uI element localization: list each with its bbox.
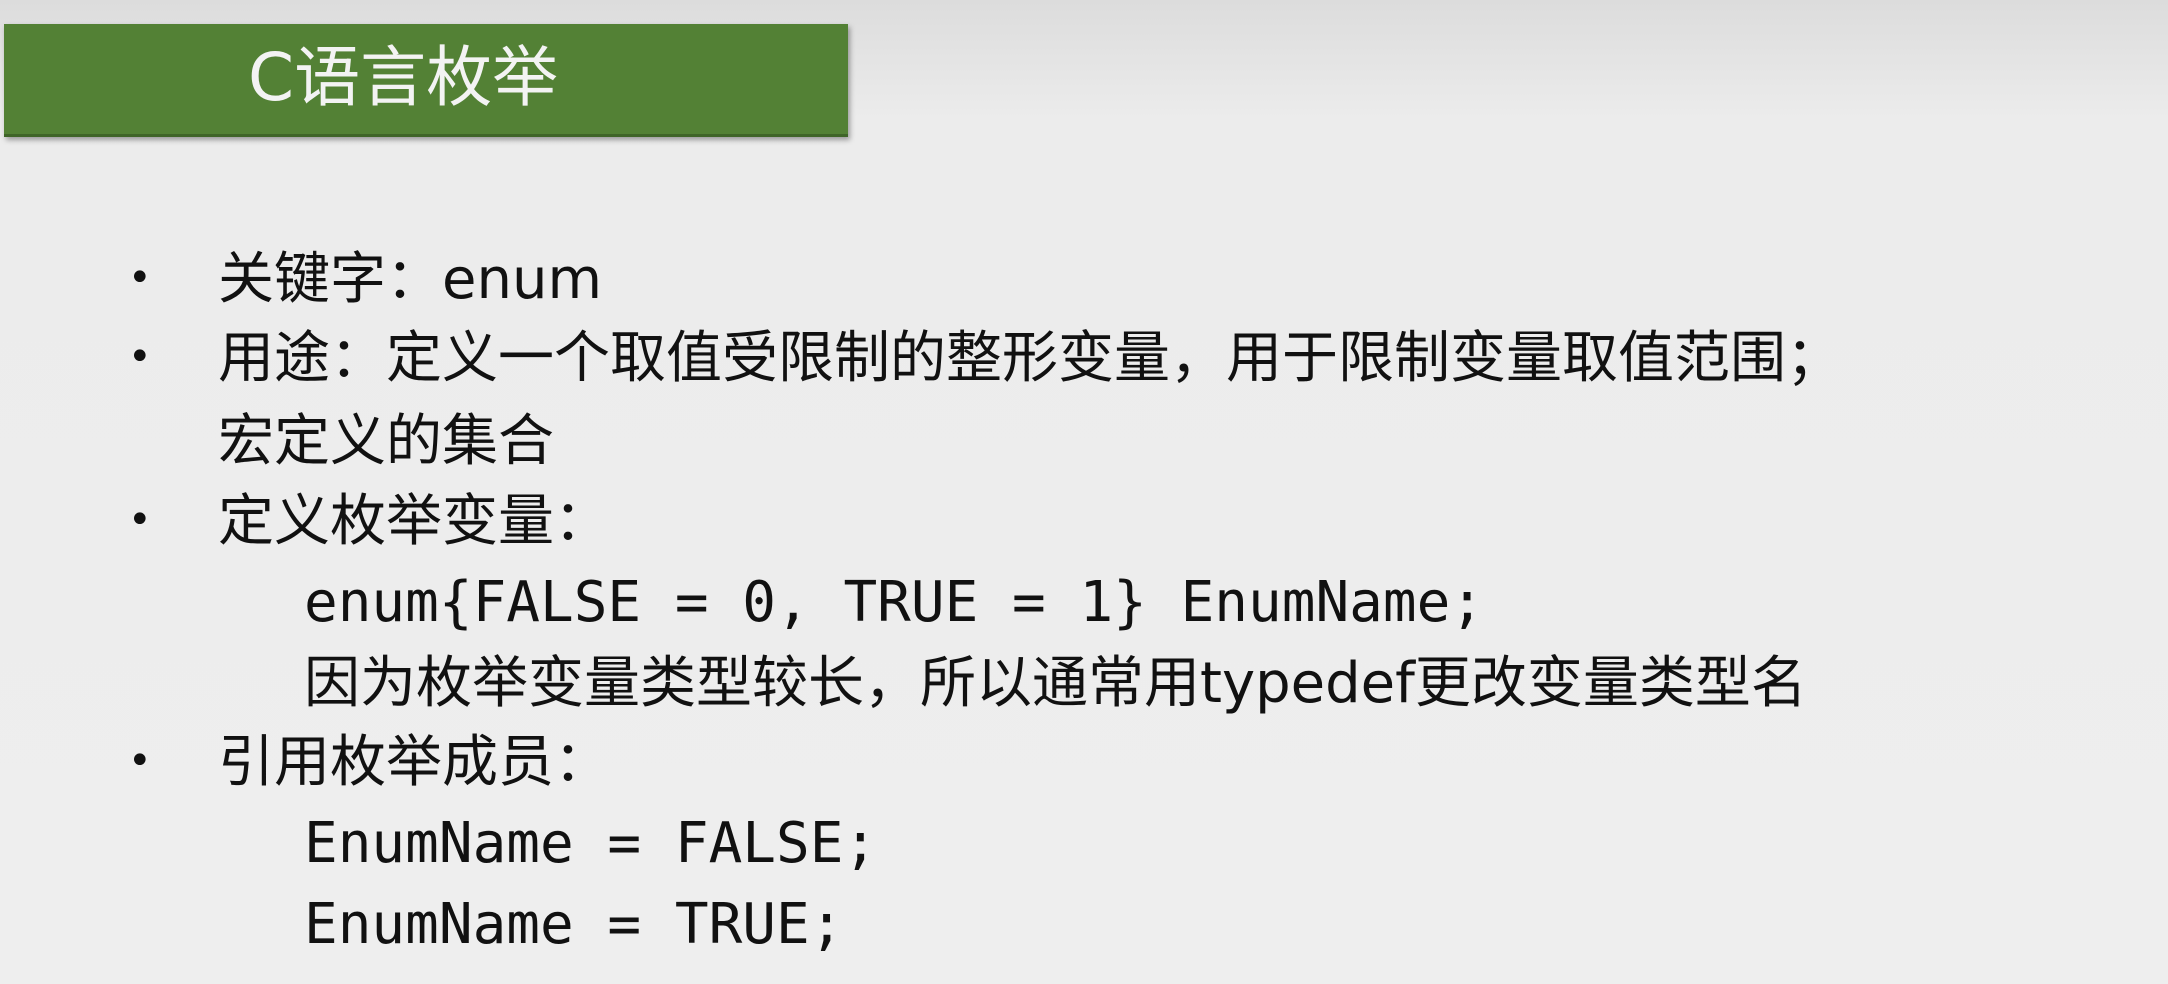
bullet-item-define-enum: 定义枚举变量： [218, 489, 610, 554]
sub-item-typedef-note: 因为枚举变量类型较长，所以通常用typedef更改变量类型名 [304, 651, 1807, 716]
bullet-icon: • [128, 497, 152, 543]
bullet-list: • 关键字：enum • 用途：定义一个取值受限制的整形变量，用于限制变量取值范… [0, 0, 2168, 984]
code-line-assign-true: EnumName = TRUE; [304, 892, 844, 957]
bullet-item-purpose-continuation: 宏定义的集合 [218, 409, 554, 474]
bullet-item-keyword: 关键字：enum [218, 247, 602, 312]
code-line-assign-false: EnumName = FALSE; [304, 811, 878, 876]
bullet-icon: • [128, 255, 152, 301]
bullet-item-reference-members: 引用枚举成员： [218, 730, 610, 795]
bullet-icon: • [128, 334, 152, 380]
bullet-item-purpose: 用途：定义一个取值受限制的整形变量，用于限制变量取值范围； [218, 326, 1842, 391]
bullet-icon: • [128, 738, 152, 784]
code-line-enum-definition: enum{FALSE = 0, TRUE = 1} EnumName; [304, 570, 1485, 635]
slide: C语言枚举 • 关键字：enum • 用途：定义一个取值受限制的整形变量，用于限… [0, 0, 2168, 984]
